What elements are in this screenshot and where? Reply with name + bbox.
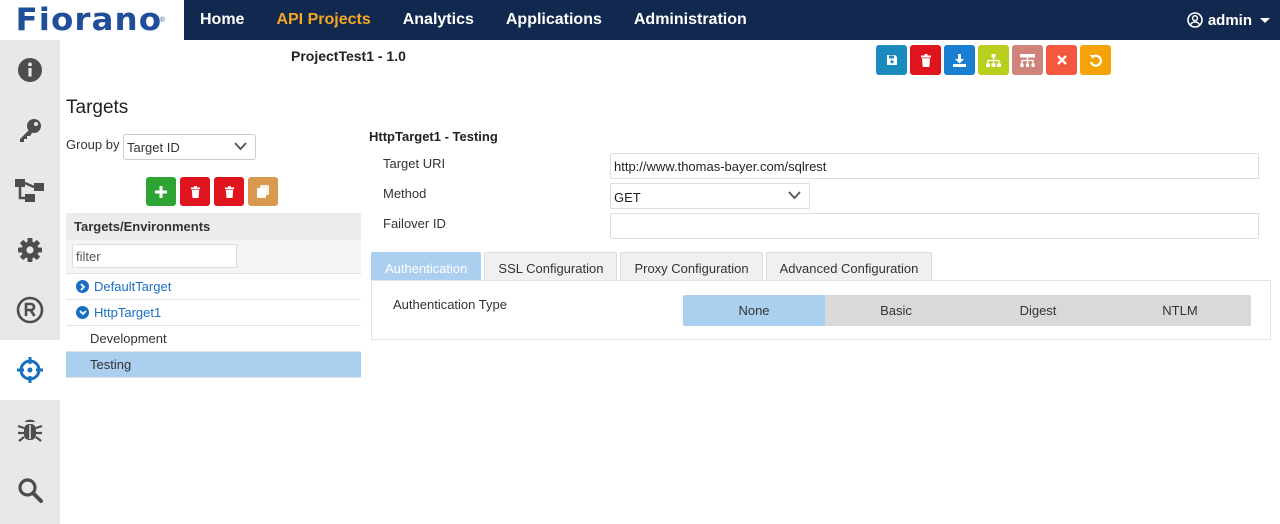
failover-id-label: Failover ID [383, 216, 446, 231]
target-actions [146, 177, 282, 206]
nav-api-projects[interactable]: API Projects [276, 11, 370, 29]
authentication-type-selector: None Basic Digest NTLM [683, 295, 1251, 326]
method-value: GET [614, 190, 641, 205]
tree-item-label: Development [90, 331, 167, 346]
filter-input[interactable] [72, 244, 237, 268]
tree-header: Targets/Environments [66, 213, 361, 240]
user-menu[interactable]: admin [1187, 0, 1270, 40]
tree-item-label: Testing [90, 357, 132, 372]
config-tabs: Authentication SSL Configuration Proxy C… [371, 252, 935, 280]
sidebar-item-keys[interactable] [0, 100, 60, 160]
save-button[interactable] [876, 45, 907, 75]
hierarchy-icon [986, 53, 1001, 67]
structure-button[interactable] [1012, 45, 1043, 75]
tree-item-development[interactable]: Development [66, 326, 361, 352]
structure-icon [1020, 53, 1035, 67]
authentication-type-label: Authentication Type [393, 297, 507, 312]
delete-target-button[interactable] [180, 177, 210, 206]
failover-id-field[interactable] [610, 213, 1259, 239]
group-by-label: Group by [66, 137, 120, 152]
nav-administration[interactable]: Administration [634, 11, 747, 29]
auth-option-basic[interactable]: Basic [825, 295, 967, 326]
tree-filter-row [66, 240, 361, 274]
chevron-down-icon [1260, 17, 1270, 23]
project-toolbar [876, 45, 1114, 75]
undo-button[interactable] [1080, 45, 1111, 75]
target-uri-field[interactable]: http://www.thomas-bayer.com/sqlrest [610, 153, 1259, 179]
hierarchy-button[interactable] [978, 45, 1009, 75]
tab-advanced-configuration[interactable]: Advanced Configuration [765, 252, 933, 280]
sidebar-item-registered[interactable] [0, 280, 60, 340]
detail-title: HttpTarget1 - Testing [369, 129, 498, 144]
save-icon [886, 55, 897, 65]
tree-item-httptarget1[interactable]: HttpTarget1 [66, 300, 361, 326]
undo-icon [1089, 54, 1102, 67]
nav-home[interactable]: Home [200, 11, 244, 29]
fiorano-logo[interactable]: Fiorano ® [0, 0, 184, 40]
close-button[interactable] [1046, 45, 1077, 75]
authentication-panel: Authentication Type None Basic Digest NT… [371, 280, 1271, 340]
delete-all-targets-button[interactable] [214, 177, 244, 206]
sidebar-item-targets[interactable] [0, 340, 60, 400]
sidebar-item-debug[interactable] [0, 400, 60, 460]
user-circle-icon [1187, 12, 1203, 28]
group-by-select[interactable]: Target ID [123, 134, 256, 160]
auth-option-none[interactable]: None [683, 295, 825, 326]
search-icon [18, 478, 43, 503]
group-by-value: Target ID [127, 140, 180, 155]
delete-project-button[interactable] [910, 45, 941, 75]
bug-icon [17, 419, 43, 442]
flow-icon [15, 179, 44, 202]
chevron-right-icon [76, 280, 89, 293]
crosshair-icon [17, 357, 43, 383]
sidebar-item-settings[interactable] [0, 220, 60, 280]
close-icon [1056, 55, 1067, 65]
download-icon [953, 53, 966, 67]
tab-ssl-configuration[interactable]: SSL Configuration [484, 252, 618, 280]
project-title: ProjectTest1 - 1.0 [291, 48, 406, 64]
download-button[interactable] [944, 45, 975, 75]
logo-text: Fiorano [15, 2, 163, 38]
sidebar-item-info[interactable] [0, 40, 60, 100]
targets-heading: Targets [66, 97, 129, 118]
main-nav: Home API Projects Analytics Applications… [200, 0, 779, 40]
chevron-down-icon [788, 191, 801, 200]
gear-icon [18, 238, 42, 262]
user-name: admin [1207, 11, 1252, 29]
method-label: Method [383, 186, 427, 201]
add-target-button[interactable] [146, 177, 176, 206]
copy-target-button[interactable] [248, 177, 278, 206]
left-sidebar [0, 40, 60, 524]
method-select[interactable]: GET [610, 183, 810, 209]
info-icon [18, 58, 42, 82]
tab-authentication[interactable]: Authentication [371, 252, 482, 280]
chevron-down-icon [234, 142, 247, 151]
delete-icon [920, 53, 931, 67]
add-icon [155, 185, 167, 198]
delete-icon [190, 185, 200, 198]
sidebar-item-flows[interactable] [0, 160, 60, 220]
key-icon [20, 119, 41, 142]
tab-proxy-configuration[interactable]: Proxy Configuration [620, 252, 763, 280]
sidebar-item-search[interactable] [0, 460, 60, 520]
tree-item-defaulttarget[interactable]: DefaultTarget [66, 274, 361, 300]
delete-all-icon [224, 185, 234, 198]
auth-option-digest[interactable]: Digest [967, 295, 1109, 326]
top-navigation-bar: Fiorano ® Home API Projects Analytics App… [0, 0, 1280, 40]
targets-tree: Targets/Environments DefaultTarget HttpT… [66, 213, 361, 378]
tree-item-label: HttpTarget1 [94, 305, 162, 320]
nav-applications[interactable]: Applications [506, 11, 602, 29]
tree-item-label: DefaultTarget [94, 279, 172, 294]
chevron-down-icon [76, 306, 89, 319]
copy-icon [257, 185, 269, 198]
tree-item-testing[interactable]: Testing [66, 352, 361, 378]
auth-option-ntlm[interactable]: NTLM [1109, 295, 1251, 326]
registered-icon [16, 296, 44, 324]
nav-analytics[interactable]: Analytics [403, 11, 474, 29]
target-uri-label: Target URI [383, 156, 446, 171]
